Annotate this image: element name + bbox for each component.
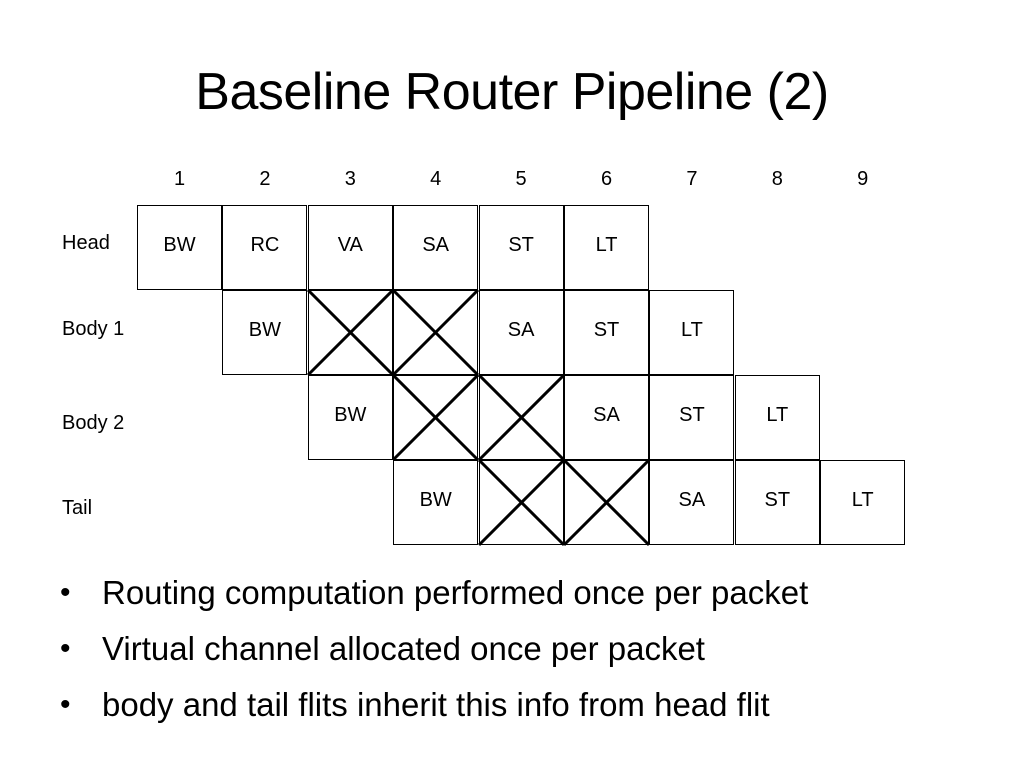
- stage-label: BW: [163, 234, 196, 256]
- stage-cell: BW: [307, 375, 393, 460]
- stage-cell: BW: [222, 290, 308, 375]
- stage-label: LT: [766, 404, 789, 426]
- stall-x-icon: [392, 373, 480, 462]
- cycle-number: 9: [857, 168, 869, 190]
- cycle-number: 4: [430, 168, 442, 190]
- stall-x-icon: [306, 288, 394, 377]
- stall-cell: [477, 458, 565, 547]
- stall-cell: [392, 373, 480, 462]
- stage-cell: LT: [734, 375, 820, 460]
- stage-label: SA: [678, 489, 706, 511]
- stage-cell: SA: [393, 205, 479, 290]
- bullet-list: • Routing computation performed once per …: [60, 565, 808, 733]
- flit-label: Head: [62, 232, 110, 254]
- stage-label: BW: [334, 404, 367, 426]
- stage-cell: ST: [564, 290, 649, 375]
- stall-cell: [392, 288, 480, 377]
- slide-title: Baseline Router Pipeline (2): [195, 63, 829, 121]
- stall-cell: [562, 458, 651, 547]
- stage-cell: LT: [564, 205, 649, 290]
- flit-label: Body 2: [62, 412, 125, 434]
- stage-label: RC: [250, 234, 280, 256]
- stage-cell: ST: [649, 375, 735, 460]
- stall-x-icon: [477, 458, 565, 547]
- stall-x-icon: [477, 373, 565, 462]
- bullet-dot-icon: •: [60, 576, 71, 609]
- stage-cell: ST: [734, 460, 820, 545]
- stage-cell: VA: [307, 205, 393, 290]
- stage-label: LT: [595, 234, 618, 256]
- stage-cell: ST: [478, 205, 564, 290]
- cycle-number: 5: [515, 168, 527, 190]
- stage-label: SA: [507, 319, 535, 341]
- stage-cell: SA: [649, 460, 735, 545]
- stage-cell: SA: [478, 290, 564, 375]
- bullet-dot-icon: •: [60, 632, 71, 665]
- stage-cell: SA: [564, 375, 649, 460]
- stage-label: BW: [248, 319, 281, 341]
- stage-label: LT: [851, 489, 874, 511]
- bullet-dot-icon: •: [60, 688, 71, 721]
- stall-cell: [306, 288, 394, 377]
- cycle-number: 7: [686, 168, 698, 190]
- stage-label: VA: [337, 234, 363, 256]
- stage-cell: RC: [222, 205, 308, 290]
- stage-label: SA: [422, 234, 450, 256]
- flit-label: Body 1: [62, 318, 125, 340]
- stage-label: ST: [764, 489, 791, 511]
- flit-label: Tail: [62, 497, 93, 519]
- stage-label: LT: [680, 319, 703, 341]
- cycle-number: 3: [344, 168, 356, 190]
- stage-label: SA: [593, 404, 620, 426]
- stage-cell: LT: [820, 460, 906, 545]
- stage-label: BW: [419, 489, 452, 511]
- bullet-item: • Virtual channel allocated once per pack…: [60, 621, 808, 677]
- stage-cell: BW: [393, 460, 479, 545]
- cycle-number: 1: [173, 168, 186, 190]
- stage-cell: BW: [137, 205, 222, 290]
- bullet-item: • Routing computation performed once per …: [60, 565, 808, 621]
- stage-cell: LT: [649, 290, 735, 375]
- stage-label: ST: [593, 319, 620, 341]
- cycle-number: 2: [259, 168, 271, 190]
- stall-x-icon: [562, 458, 651, 547]
- stage-label: ST: [679, 404, 705, 426]
- bullet-item: • body and tail flits inherit this info f…: [60, 677, 808, 733]
- stage-label: ST: [508, 234, 534, 256]
- stall-x-icon: [392, 288, 480, 377]
- cycle-number: 6: [600, 168, 613, 190]
- cycle-number: 8: [771, 168, 783, 190]
- stall-cell: [477, 373, 565, 462]
